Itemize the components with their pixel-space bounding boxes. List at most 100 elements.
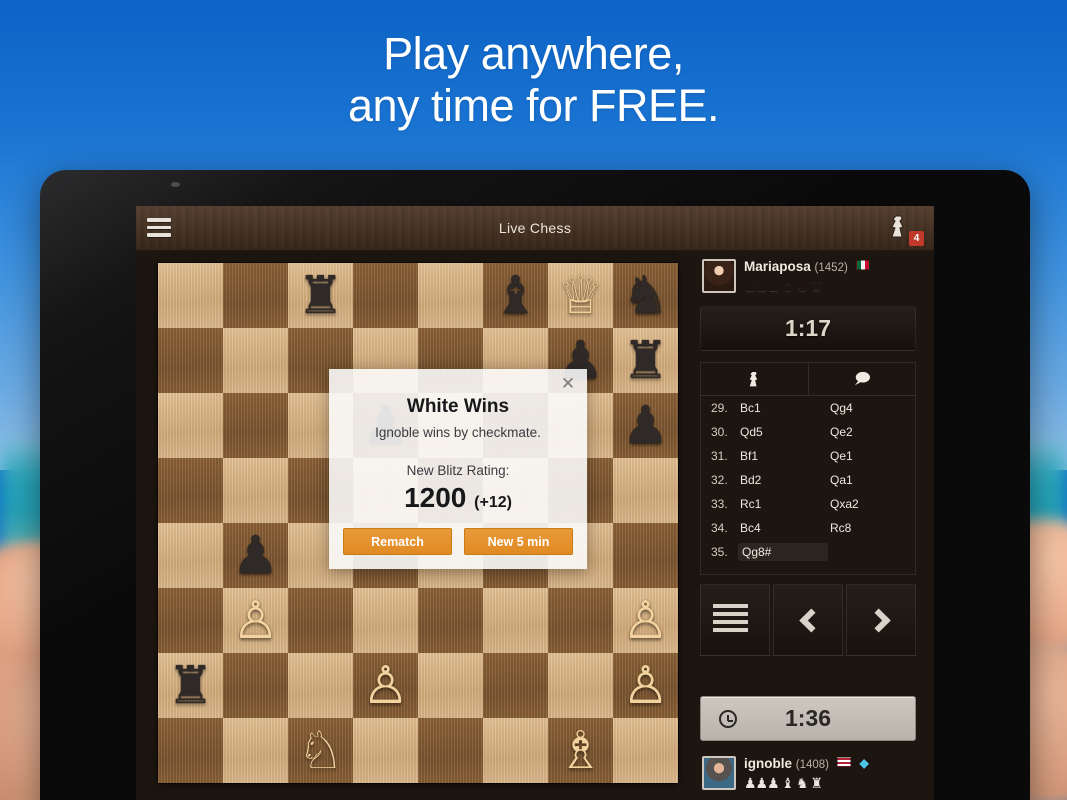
move-black[interactable]: Qe1 — [830, 449, 853, 463]
next-move-button[interactable] — [846, 584, 916, 656]
board-square[interactable] — [613, 523, 678, 588]
diamond-icon: ◆ — [859, 756, 869, 770]
board-square[interactable] — [223, 328, 288, 393]
avatar[interactable] — [702, 756, 736, 790]
board-nav — [700, 584, 916, 656]
rematch-button[interactable]: Rematch — [343, 528, 452, 555]
board-square[interactable] — [158, 328, 223, 393]
chess-piece[interactable]: ♟ — [613, 393, 678, 458]
board-square[interactable] — [548, 653, 613, 718]
clock-top: 1:17 — [700, 306, 916, 351]
board-square[interactable] — [548, 588, 613, 653]
result-reason: Ignoble wins by checkmate. — [375, 425, 541, 440]
moves-tabs — [701, 363, 915, 396]
move-black[interactable]: Qxa2 — [830, 497, 859, 511]
board-square[interactable] — [158, 588, 223, 653]
board-square[interactable] — [223, 718, 288, 783]
board-square[interactable] — [613, 458, 678, 523]
chess-piece[interactable]: ♘ — [288, 718, 353, 783]
move-black[interactable]: Qe2 — [830, 425, 853, 439]
board-square[interactable] — [483, 653, 548, 718]
board-square[interactable] — [418, 588, 483, 653]
tab-chat[interactable] — [809, 363, 916, 395]
move-number: 32. — [711, 473, 728, 487]
chess-piece[interactable]: ♞ — [613, 263, 678, 328]
tab-moves[interactable] — [701, 363, 809, 395]
clock-bottom-value: 1:36 — [784, 705, 832, 731]
move-row[interactable]: 33. Rc1 Qxa2 — [701, 492, 915, 516]
board-square[interactable] — [223, 263, 288, 328]
move-row[interactable]: 30. Qd5 Qe2 — [701, 420, 915, 444]
move-white[interactable]: Bc4 — [740, 521, 830, 535]
move-black[interactable]: Rc8 — [830, 521, 851, 535]
board-square[interactable] — [418, 653, 483, 718]
board-square[interactable] — [288, 588, 353, 653]
active-games-button[interactable]: 4 — [888, 214, 924, 246]
board-square[interactable] — [158, 718, 223, 783]
move-number: 29. — [711, 401, 728, 415]
move-row[interactable]: 34. Bc4 Rc8 — [701, 516, 915, 540]
move-row[interactable]: 31. Bf1 Qe1 — [701, 444, 915, 468]
move-white[interactable]: Bc1 — [740, 401, 830, 415]
chess-piece[interactable]: ♙ — [223, 588, 288, 653]
chess-piece[interactable]: ♜ — [158, 653, 223, 718]
player-top-name: Mariaposa — [744, 259, 811, 274]
move-white[interactable]: Bf1 — [740, 449, 830, 463]
move-black[interactable]: Qg4 — [830, 401, 853, 415]
moves-panel: 29. Bc1 Qg4 30. Qd5 Qe2 31. Bf1 Qe1 32. Bd2 Qa1 33. R… — [700, 362, 916, 575]
move-white[interactable]: Bd2 — [740, 473, 830, 487]
clock-bottom: 1:36 — [700, 696, 916, 741]
board-square[interactable] — [483, 718, 548, 783]
promo-line-1: Play anywhere, — [383, 28, 684, 79]
move-white[interactable]: Rc1 — [740, 497, 830, 511]
move-list-button[interactable] — [700, 584, 770, 656]
board-square[interactable] — [353, 263, 418, 328]
board-square[interactable] — [223, 653, 288, 718]
move-row[interactable]: 35. Qg8# — [701, 540, 915, 564]
chess-piece[interactable]: ♟ — [223, 523, 288, 588]
chess-piece[interactable]: ♜ — [613, 328, 678, 393]
chess-piece[interactable]: ♕ — [548, 263, 613, 328]
chess-piece[interactable]: ♝ — [483, 263, 548, 328]
board-square[interactable] — [418, 718, 483, 783]
prev-move-button[interactable] — [773, 584, 843, 656]
board-square[interactable] — [158, 458, 223, 523]
player-bottom-rating: (1408) — [795, 759, 830, 771]
chess-piece[interactable]: ♙ — [613, 653, 678, 718]
player-top-rating: (1452) — [814, 262, 848, 274]
game-sidebar: Mariaposa (1452) ♟♟♟ ♝ ♞ ♜ 1:17 29. Bc1 … — [692, 251, 934, 800]
move-white[interactable]: Qg8# — [738, 543, 828, 561]
rating-label: New Blitz Rating: — [406, 463, 510, 478]
chess-piece[interactable]: ♗ — [548, 718, 613, 783]
chess-piece[interactable]: ♜ — [288, 263, 353, 328]
board-square[interactable] — [613, 718, 678, 783]
promo-line-2: any time for FREE. — [347, 80, 720, 131]
avatar[interactable] — [702, 259, 736, 293]
dialog-actions: Rematch New 5 min — [343, 528, 573, 555]
moves-list[interactable]: 29. Bc1 Qg4 30. Qd5 Qe2 31. Bf1 Qe1 32. Bd2 Qa1 33. R… — [701, 396, 915, 564]
move-row[interactable]: 32. Bd2 Qa1 — [701, 468, 915, 492]
move-row[interactable]: 29. Bc1 Qg4 — [701, 396, 915, 420]
board-square[interactable] — [483, 588, 548, 653]
game-result-dialog: ✕ White Wins Ignoble wins by checkmate. … — [329, 369, 587, 569]
chess-piece-icon — [891, 215, 904, 238]
board-square[interactable] — [288, 653, 353, 718]
player-top[interactable]: Mariaposa (1452) ♟♟♟ ♝ ♞ ♜ — [702, 259, 934, 301]
board-square[interactable] — [353, 588, 418, 653]
player-bottom[interactable]: ignoble (1408) ◆ ♟♟♟ ♝ ♞ ♜ — [702, 756, 934, 798]
board-square[interactable] — [353, 718, 418, 783]
board-square[interactable] — [158, 393, 223, 458]
close-icon[interactable]: ✕ — [558, 374, 578, 394]
board-square[interactable] — [223, 458, 288, 523]
board-square[interactable] — [223, 393, 288, 458]
new-game-button[interactable]: New 5 min — [464, 528, 573, 555]
board-square[interactable] — [158, 263, 223, 328]
board-square[interactable] — [418, 263, 483, 328]
board-square[interactable] — [158, 523, 223, 588]
move-black[interactable]: Qa1 — [830, 473, 853, 487]
move-white[interactable]: Qd5 — [740, 425, 830, 439]
chess-piece[interactable]: ♙ — [353, 653, 418, 718]
chess-piece[interactable]: ♙ — [613, 588, 678, 653]
rating-value-row: 1200 (+12) — [329, 482, 587, 514]
app-header: Live Chess 4 — [136, 206, 934, 251]
